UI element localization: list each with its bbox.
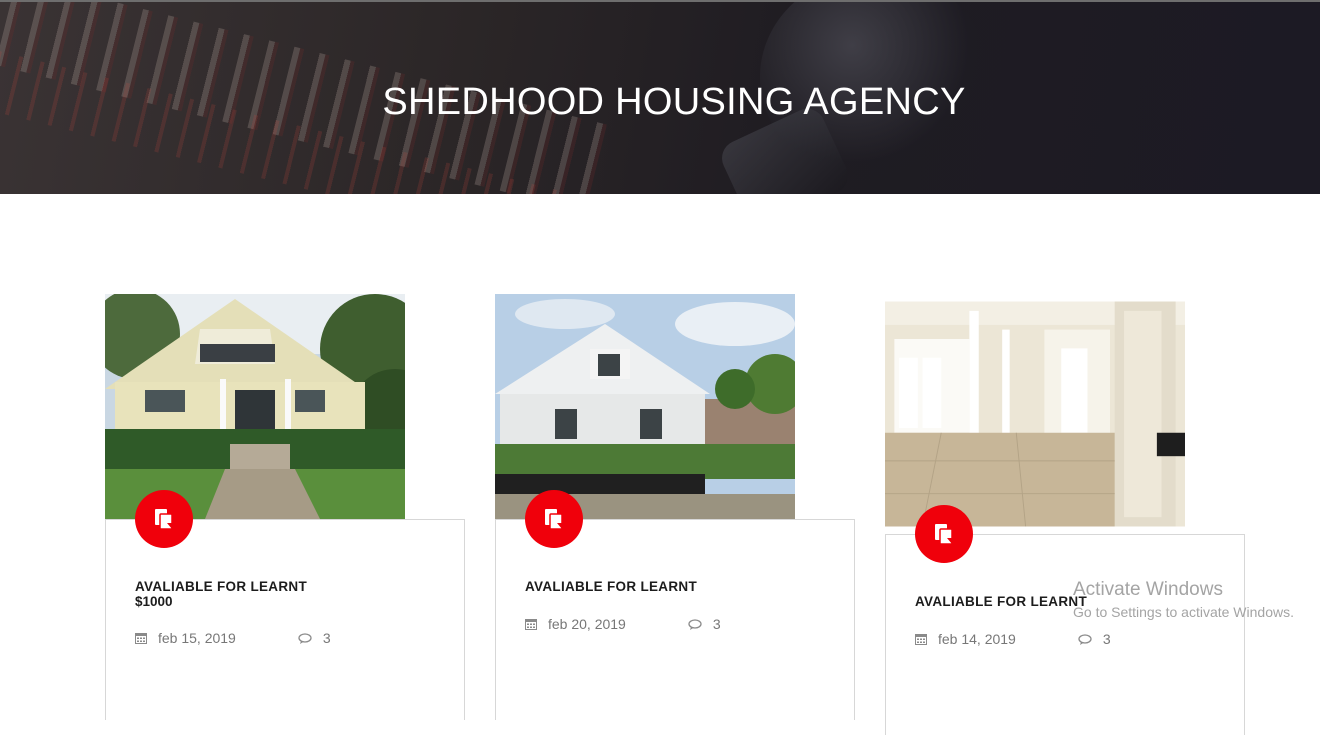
activation-watermark-subtitle[interactable]: Go to Settings to activate Windows.	[1073, 604, 1294, 620]
listing-details: AVALIABLE FOR LEARNT feb 20, 2019 3	[495, 490, 855, 720]
listing-date: feb 14, 2019	[938, 631, 1016, 647]
activation-watermark-title: Activate Windows	[1073, 579, 1223, 600]
listing-details: AVALIABLE FOR LEARNT feb 14, 2019 3	[885, 505, 1245, 735]
listing-comment-count[interactable]: 3	[1103, 631, 1111, 647]
listing-title[interactable]: AVALIABLE FOR LEARNT	[915, 595, 1087, 609]
listing-photo[interactable]	[885, 294, 1185, 534]
listing-details: AVALIABLE FOR LEARNT $1000 feb 15, 2019 …	[105, 490, 465, 720]
calendar-icon	[525, 619, 537, 630]
listing-badge[interactable]	[135, 490, 193, 548]
document-icon	[545, 509, 563, 530]
document-icon	[935, 524, 953, 545]
document-icon	[155, 509, 173, 530]
comment-icon[interactable]	[1078, 633, 1092, 645]
listing-title[interactable]: AVALIABLE FOR LEARNT	[525, 580, 697, 594]
listing-photo[interactable]	[105, 294, 405, 519]
listing-date: feb 15, 2019	[158, 630, 236, 646]
comment-icon[interactable]	[688, 618, 702, 630]
listing-meta: feb 20, 2019 3	[525, 616, 721, 632]
listing-price: $1000	[135, 594, 173, 609]
listing-meta: feb 14, 2019 3	[915, 631, 1111, 647]
listing-meta: feb 15, 2019 3	[135, 630, 331, 646]
listing-comment-count[interactable]: 3	[323, 630, 331, 646]
hero-banner: SHEDHOOD HOUSING AGENCY	[0, 0, 1320, 194]
comment-icon[interactable]	[298, 632, 312, 644]
listing-badge[interactable]	[915, 505, 973, 563]
calendar-icon	[135, 633, 147, 644]
listing-photo[interactable]	[495, 294, 795, 519]
page-title: SHEDHOOD HOUSING AGENCY	[382, 81, 966, 123]
listing-comment-count[interactable]: 3	[713, 616, 721, 632]
listing-title[interactable]: AVALIABLE FOR LEARNT	[135, 580, 307, 594]
calendar-icon	[915, 634, 927, 645]
listing-date: feb 20, 2019	[548, 616, 626, 632]
listing-badge[interactable]	[525, 490, 583, 548]
